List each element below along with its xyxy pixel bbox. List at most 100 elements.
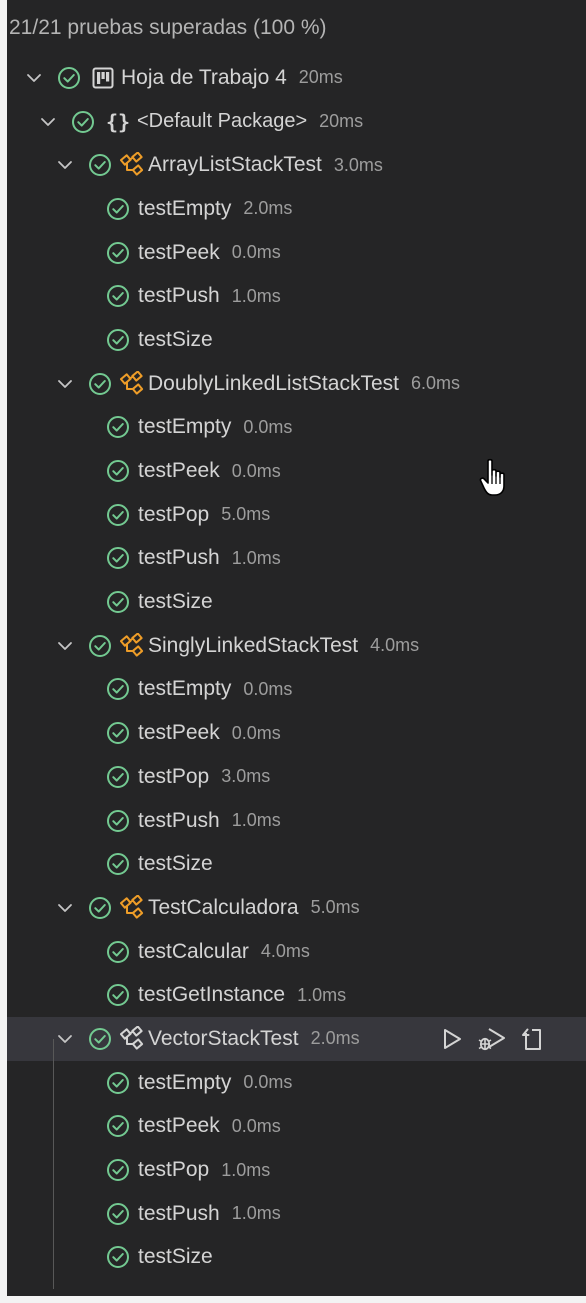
tree-test-node[interactable]: testPush 1.0ms [7, 1192, 586, 1236]
tree-item-label: testPeek [138, 1114, 220, 1138]
tree-item-label: testPush [138, 808, 220, 832]
tree-item-label: testPeek [138, 721, 220, 745]
tree-item-label: testEmpty [138, 196, 232, 220]
tree-class-node[interactable]: SinglyLinkedStackTest 4.0ms [7, 624, 586, 668]
tree-test-node[interactable]: testEmpty 2.0ms [7, 187, 586, 231]
tree-class-node[interactable]: ArrayListStackTest 3.0ms [7, 143, 586, 187]
tree-test-node[interactable]: testPeek 0.0ms [7, 1105, 586, 1149]
tree-test-node[interactable]: testGetInstance 1.0ms [7, 973, 586, 1017]
tree-test-node[interactable]: testPop 3.0ms [7, 755, 586, 799]
tree-test-node[interactable]: testEmpty 0.0ms [7, 668, 586, 712]
duration-label: 1.0ms [231, 547, 281, 568]
tree-test-node[interactable]: testPop 1.0ms [7, 1148, 586, 1192]
passed-check-icon [104, 719, 132, 747]
class-icon [120, 151, 146, 179]
tree-class-node[interactable]: TestCalculadora 5.0ms [7, 886, 586, 930]
chevron-down-icon[interactable] [52, 371, 78, 397]
tree-item-label: testPop [138, 1158, 210, 1182]
duration-label: 20ms [319, 111, 364, 132]
tree-item-label: testPush [138, 546, 220, 570]
debug-test-icon[interactable] [475, 1022, 509, 1056]
tree-test-node[interactable]: testPush 1.0ms [7, 799, 586, 843]
chevron-down-icon[interactable] [52, 633, 78, 659]
test-summary: 21/21 pruebas superadas (100 %) [9, 16, 327, 39]
chevron-down-icon[interactable] [52, 152, 78, 178]
test-tree: Hoja de Trabajo 4 20ms {} <Default Package>… [7, 56, 586, 1279]
duration-label: 0.0ms [231, 460, 281, 481]
class-icon [120, 894, 146, 922]
passed-check-icon [104, 239, 132, 267]
tree-test-node[interactable]: testPop 5.0ms [7, 493, 586, 537]
duration-label: 1.0ms [231, 285, 281, 306]
duration-label: 0.0ms [231, 722, 281, 743]
tree-test-node[interactable]: testSize [7, 580, 586, 624]
passed-check-icon [55, 64, 83, 92]
duration-label: 5.0ms [310, 897, 360, 918]
tree-test-node[interactable]: testSize [7, 318, 586, 362]
tree-test-node[interactable]: testSize [7, 1236, 586, 1280]
row-actions [435, 1017, 555, 1061]
passed-check-icon [104, 1112, 132, 1140]
chevron-down-icon[interactable] [52, 895, 78, 921]
test-results-view: 21/21 pruebas superadas (100 %) Hoja de … [0, 0, 586, 1303]
passed-check-icon [104, 807, 132, 835]
tree-test-node[interactable]: testEmpty 0.0ms [7, 1061, 586, 1105]
tree-item-label: testSize [138, 852, 213, 876]
class-icon [120, 370, 146, 398]
tree-item-label: testPush [138, 1201, 220, 1225]
tree-class-node[interactable]: DoublyLinkedListStackTest 6.0ms [7, 362, 586, 406]
chevron-down-icon[interactable] [35, 109, 61, 135]
duration-label: 3.0ms [221, 766, 271, 787]
chevron-down-icon[interactable] [52, 1026, 78, 1052]
passed-check-icon [104, 1200, 132, 1228]
duration-label: 3.0ms [333, 154, 383, 175]
passed-check-icon [104, 1243, 132, 1271]
passed-check-icon [104, 326, 132, 354]
passed-check-icon [104, 195, 132, 223]
tree-root-node[interactable]: Hoja de Trabajo 4 20ms [7, 56, 586, 100]
tree-class-node[interactable]: VectorStackTest 2.0ms [7, 1017, 586, 1061]
duration-label: 2.0ms [243, 198, 293, 219]
tree-test-node[interactable]: testCalcular 4.0ms [7, 930, 586, 974]
class-icon [120, 632, 146, 660]
tree-test-node[interactable]: testEmpty 0.0ms [7, 406, 586, 450]
go-to-test-icon[interactable] [515, 1022, 549, 1056]
duration-label: 20ms [298, 67, 343, 88]
passed-check-icon [104, 588, 132, 616]
passed-check-icon [104, 763, 132, 791]
tree-test-node[interactable]: testPeek 0.0ms [7, 711, 586, 755]
chevron-down-icon[interactable] [21, 65, 47, 91]
tree-item-label: testSize [138, 327, 213, 351]
tree-item-label: testPop [138, 502, 210, 526]
tree-item-label: testPeek [138, 240, 220, 264]
tree-test-node[interactable]: testPush 1.0ms [7, 274, 586, 318]
duration-label: 0.0ms [243, 1072, 293, 1093]
passed-check-icon [86, 632, 114, 660]
duration-label: 0.0ms [231, 1115, 281, 1136]
duration-label: 1.0ms [297, 984, 347, 1005]
duration-label: 2.0ms [310, 1028, 360, 1049]
duration-label: 1.0ms [231, 1203, 281, 1224]
tree-test-node[interactable]: testSize [7, 842, 586, 886]
hand-pointer-cursor-icon [479, 458, 513, 498]
class-icon [120, 1025, 146, 1053]
duration-label: 0.0ms [243, 416, 293, 437]
tree-test-node[interactable]: testPeek 0.0ms [7, 231, 586, 275]
tree-item-label: TestCalculadora [148, 895, 299, 919]
tree-item-label: DoublyLinkedListStackTest [148, 371, 399, 395]
tree-item-label: testPush [138, 284, 220, 308]
tree-item-label: <Default Package> [137, 110, 308, 133]
duration-label: 5.0ms [221, 504, 271, 525]
run-test-icon[interactable] [435, 1022, 469, 1056]
tree-item-label: testEmpty [138, 677, 232, 701]
braces-icon: {} [105, 109, 131, 134]
test-explorer-panel: 21/21 pruebas superadas (100 %) Hoja de … [7, 0, 586, 1296]
tree-test-node[interactable]: testPush 1.0ms [7, 537, 586, 581]
passed-check-icon [104, 850, 132, 878]
tree-item-label: testEmpty [138, 1070, 232, 1094]
duration-label: 4.0ms [370, 635, 420, 656]
tree-package-node[interactable]: {} <Default Package> 20ms [7, 100, 586, 144]
tree-item-label: testSize [138, 590, 213, 614]
duration-label: 0.0ms [231, 242, 281, 263]
passed-check-icon [104, 1156, 132, 1184]
